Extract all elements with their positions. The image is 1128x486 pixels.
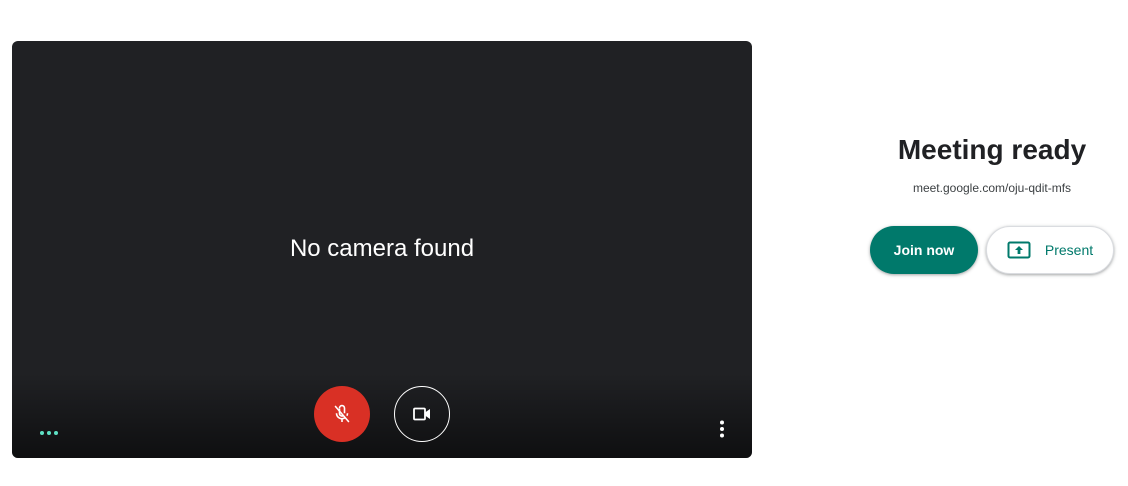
present-to-all-icon — [1007, 240, 1031, 260]
meeting-info-panel: Meeting ready meet.google.com/oju-qdit-m… — [860, 130, 1124, 196]
more-options-button[interactable] — [710, 417, 734, 441]
audio-level-dots-icon — [40, 430, 58, 436]
preview-bottom-gradient — [12, 373, 752, 458]
meet-lobby-page: No camera found Meeting ready meet.googl… — [0, 0, 1128, 486]
present-button[interactable]: Present — [986, 226, 1114, 274]
join-now-button[interactable]: Join now — [870, 226, 978, 274]
meeting-link: meet.google.com/oju-qdit-mfs — [912, 181, 1072, 195]
mic-off-icon — [334, 404, 350, 423]
join-now-label: Join now — [893, 242, 955, 258]
audio-dot — [40, 431, 44, 435]
more-vert-icon — [720, 420, 724, 438]
microphone-toggle-button[interactable] — [314, 386, 370, 442]
present-label: Present — [1044, 242, 1094, 258]
join-actions: Join now Present — [870, 226, 1120, 274]
videocam-icon — [413, 407, 430, 421]
camera-preview: No camera found — [12, 41, 752, 458]
camera-toggle-button[interactable] — [394, 386, 450, 442]
audio-dot — [47, 431, 51, 435]
no-camera-message: No camera found — [289, 235, 475, 262]
audio-dot — [54, 431, 58, 435]
meeting-ready-title: Meeting ready — [897, 134, 1087, 165]
